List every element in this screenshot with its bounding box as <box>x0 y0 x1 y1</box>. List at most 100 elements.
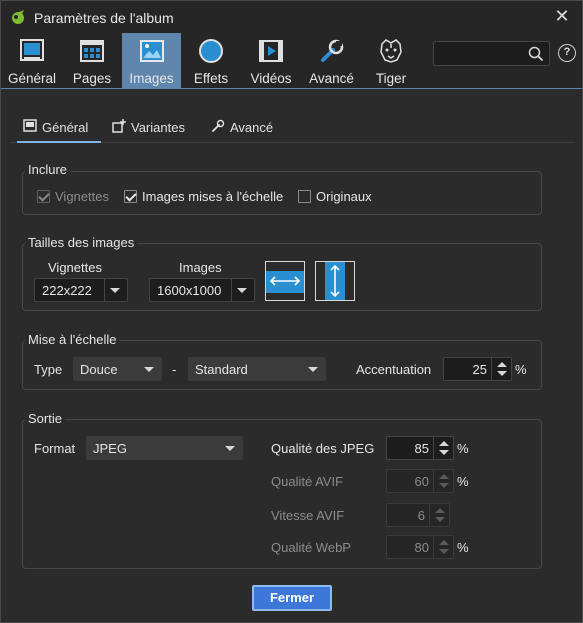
subtab-general[interactable]: Général <box>17 112 101 143</box>
decrement-icon[interactable] <box>439 483 449 488</box>
tab-effects-label: Effets <box>193 71 229 86</box>
images-icon <box>139 40 164 62</box>
videos-icon <box>259 40 283 62</box>
include-originals-checkbox[interactable]: Originaux <box>298 189 372 204</box>
chevron-down-icon[interactable] <box>110 288 120 293</box>
search-input[interactable] <box>433 41 550 66</box>
subtab-advanced[interactable]: Avancé <box>205 112 277 143</box>
webp-quality-spinbox[interactable]: 80 <box>386 535 454 559</box>
scaling-dash: - <box>172 362 177 377</box>
jpeg-quality-value: 85 <box>414 441 429 456</box>
window-title: Paramètres de l'album <box>34 10 174 26</box>
increment-icon[interactable] <box>497 362 507 367</box>
increment-icon[interactable] <box>439 474 449 479</box>
toolbar-divider <box>1 88 582 89</box>
sharpen-label: Accentuation <box>356 362 432 377</box>
webp-quality-value: 80 <box>414 540 429 555</box>
subtab-variants[interactable]: Variantes <box>106 112 194 143</box>
sharpen-unit: % <box>515 362 527 377</box>
include-group-title: Inclure <box>25 162 71 177</box>
fit-height-icon <box>325 262 345 300</box>
window-icon <box>23 119 37 132</box>
include-originals-label: Originaux <box>316 189 372 204</box>
jpeg-quality-unit: % <box>457 441 469 456</box>
pages-icon <box>80 40 104 62</box>
tab-tiger[interactable]: Tiger <box>365 33 417 88</box>
include-scaled-label: Images mises à l'échelle <box>142 189 284 204</box>
avif-speed-spinbox[interactable]: 6 <box>386 503 450 527</box>
chevron-down-icon <box>144 367 154 372</box>
scaling-type-label: Type <box>34 362 63 377</box>
fit-width-icon <box>266 271 304 293</box>
album-settings-dialog: Paramètres de l'album ✕ Général Pages Im… <box>0 0 583 623</box>
avif-quality-unit: % <box>457 474 469 489</box>
tab-pages-label: Pages <box>72 71 112 86</box>
chevron-down-icon <box>308 367 318 372</box>
tab-general[interactable]: Général <box>6 33 58 88</box>
tab-pages[interactable]: Pages <box>66 33 118 88</box>
avif-speed-value: 6 <box>417 508 425 523</box>
avif-quality-label: Qualité AVIF <box>271 474 344 489</box>
tab-advanced[interactable]: Avancé <box>304 33 359 88</box>
decrement-icon[interactable] <box>439 450 449 455</box>
general-icon <box>20 39 44 61</box>
tab-advanced-label: Avancé <box>309 71 354 86</box>
tab-images[interactable]: Images <box>122 33 181 88</box>
decrement-icon[interactable] <box>497 371 507 376</box>
wrench-icon <box>212 119 225 132</box>
avif-speed-label: Vitesse AVIF <box>271 508 345 523</box>
jpeg-quality-label: Qualité des JPEG <box>271 441 375 456</box>
webp-quality-unit: % <box>457 540 469 555</box>
tab-effects[interactable]: Effets <box>185 33 237 88</box>
checkbox-box <box>298 190 311 203</box>
include-thumbnails-label: Vignettes <box>55 189 109 204</box>
tab-tiger-label: Tiger <box>375 71 407 86</box>
decrement-icon[interactable] <box>439 549 449 554</box>
close-dialog-button[interactable]: Fermer <box>252 585 332 611</box>
tab-general-label: Général <box>7 71 57 86</box>
scaling-mode-select[interactable]: Standard <box>188 357 326 381</box>
app-logo-icon <box>12 10 24 24</box>
increment-icon[interactable] <box>439 441 449 446</box>
combo-divider <box>231 279 232 301</box>
chevron-down-icon <box>225 446 235 451</box>
thumb-size-combo[interactable]: 222x222 <box>34 278 128 302</box>
help-button[interactable]: ? <box>558 44 576 62</box>
spin-buttons <box>433 536 453 558</box>
scaling-type-select[interactable]: Douce <box>73 357 162 381</box>
spin-buttons <box>433 437 453 459</box>
chevron-down-icon[interactable] <box>237 288 247 293</box>
include-scaled-checkbox[interactable]: Images mises à l'échelle <box>124 189 283 204</box>
spin-buttons <box>491 358 511 380</box>
include-thumbnails-checkbox[interactable]: Vignettes <box>37 189 109 204</box>
close-window-button[interactable]: ✕ <box>553 7 571 25</box>
image-size-combo[interactable]: 1600x1000 <box>149 278 255 302</box>
add-variant-icon <box>112 119 126 133</box>
fit-height-button[interactable] <box>315 261 355 301</box>
effects-icon <box>199 39 223 63</box>
search-icon[interactable] <box>528 46 544 62</box>
spin-buttons <box>433 470 453 492</box>
subtab-variants-label: Variantes <box>131 120 185 135</box>
jpeg-quality-spinbox[interactable]: 85 <box>386 436 454 460</box>
tab-images-label: Images <box>129 71 174 86</box>
fit-width-button[interactable] <box>265 261 305 301</box>
scaling-group-title: Mise à l'échelle <box>25 332 120 347</box>
sub-tabs: Général Variantes Avancé <box>10 112 575 143</box>
wrench-icon <box>320 39 343 62</box>
increment-icon[interactable] <box>435 508 445 513</box>
checkbox-box <box>124 190 137 203</box>
format-select[interactable]: JPEG <box>86 436 243 460</box>
sharpen-value: 25 <box>472 362 487 377</box>
image-sizes-group-title: Tailles des images <box>25 235 138 250</box>
format-label: Format <box>34 441 76 456</box>
decrement-icon[interactable] <box>435 517 445 522</box>
subtab-advanced-label: Avancé <box>230 120 274 135</box>
tab-videos[interactable]: Vidéos <box>245 33 297 88</box>
sharpen-spinbox[interactable]: 25 <box>443 357 512 381</box>
thumb-size-label: Vignettes <box>48 260 102 275</box>
checkbox-box <box>37 190 50 203</box>
title-bar: Paramètres de l'album ✕ <box>1 1 582 33</box>
increment-icon[interactable] <box>439 540 449 545</box>
avif-quality-spinbox[interactable]: 60 <box>386 469 454 493</box>
